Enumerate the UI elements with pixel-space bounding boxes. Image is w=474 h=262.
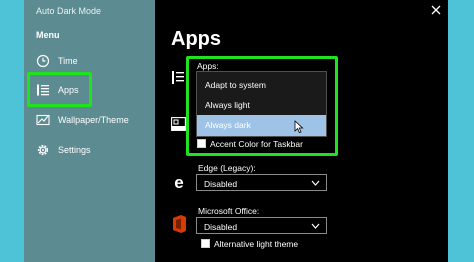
- gear-icon: [37, 144, 49, 156]
- taskbar-icon: [171, 117, 186, 131]
- wallpaper-icon: [36, 114, 50, 126]
- office-select-value: Disabled: [204, 222, 238, 232]
- office-label: Microsoft Office:: [198, 206, 260, 216]
- edge-select-value: Disabled: [204, 179, 238, 189]
- chevron-down-icon: [311, 223, 320, 229]
- sidebar-item-label: Time: [58, 56, 78, 66]
- menu-label: Menu: [36, 30, 60, 40]
- list-icon: [172, 71, 184, 84]
- alternative-light-theme-label: Alternative light theme: [214, 239, 299, 249]
- clock-icon: [36, 54, 50, 68]
- sidebar-item-label: Wallpaper/Theme: [58, 115, 129, 125]
- close-icon[interactable]: [430, 4, 442, 16]
- edge-select[interactable]: Disabled: [196, 174, 327, 191]
- svg-text:e: e: [174, 174, 183, 190]
- page-title: Apps: [171, 28, 221, 50]
- edge-icon: e: [174, 174, 183, 190]
- window-title: Auto Dark Mode: [36, 6, 102, 16]
- sidebar-item-wallpaper-theme[interactable]: Wallpaper/Theme: [24, 107, 155, 133]
- sidebar-item-settings[interactable]: Settings: [24, 137, 155, 163]
- office-select[interactable]: Disabled: [196, 217, 327, 234]
- sidebar: Auto Dark Mode Menu Time Apps Wallpaper/…: [24, 0, 155, 262]
- apps-nav-highlight: [27, 72, 92, 107]
- alternative-light-theme-checkbox[interactable]: [201, 239, 210, 248]
- sidebar-item-time[interactable]: Time: [24, 48, 155, 74]
- apps-dropdown-highlight: [186, 56, 338, 156]
- edge-label: Edge (Legacy):: [198, 163, 256, 173]
- office-icon: [173, 215, 186, 233]
- app-window: Auto Dark Mode Menu Time Apps Wallpaper/…: [24, 0, 448, 262]
- sidebar-item-label: Settings: [58, 145, 91, 155]
- chevron-down-icon: [311, 180, 320, 186]
